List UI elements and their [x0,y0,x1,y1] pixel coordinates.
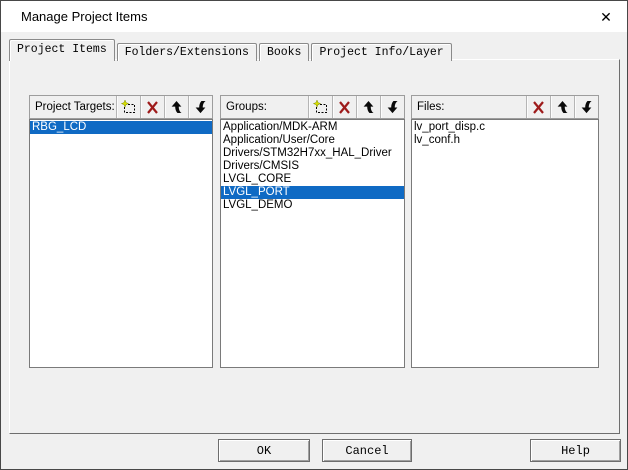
new-item-icon[interactable] [116,96,140,118]
tab-strip: Project ItemsFolders/ExtensionsBooksProj… [9,39,454,60]
list-item[interactable]: Application/MDK-ARM [221,121,404,134]
move-up-icon[interactable] [356,96,380,118]
project-targets-label: Project Targets: [30,101,116,113]
list-item[interactable]: LVGL_PORT [221,186,404,199]
groups-list[interactable]: Application/MDK-ARMApplication/User/Core… [220,119,405,368]
cancel-button[interactable]: Cancel [322,439,412,462]
move-up-icon[interactable] [164,96,188,118]
tab-project-items[interactable]: Project Items [9,39,115,61]
title-bar: Manage Project Items ✕ [1,1,627,32]
list-item[interactable]: LVGL_DEMO [221,199,404,212]
project-targets-header: Project Targets: [29,95,213,119]
files-label: Files: [412,101,526,113]
files-list[interactable]: lv_port_disp.clv_conf.h [411,119,599,368]
new-item-icon[interactable] [308,96,332,118]
delete-icon[interactable] [526,96,550,118]
list-item[interactable]: lv_port_disp.c [412,121,598,134]
list-item[interactable]: Drivers/CMSIS [221,160,404,173]
move-down-icon[interactable] [188,96,212,118]
list-item[interactable]: lv_conf.h [412,134,598,147]
help-button[interactable]: Help [530,439,621,462]
close-icon[interactable]: ✕ [596,7,616,27]
list-item[interactable]: Application/User/Core [221,134,404,147]
groups-header: Groups: [220,95,405,119]
list-item[interactable]: LVGL_CORE [221,173,404,186]
groups-label: Groups: [221,101,308,113]
delete-icon[interactable] [140,96,164,118]
project-targets-list[interactable]: RBG_LCD [29,119,213,368]
tab-folders-extensions[interactable]: Folders/Extensions [117,43,257,61]
move-up-icon[interactable] [550,96,574,118]
move-down-icon[interactable] [380,96,404,118]
list-item[interactable]: Drivers/STM32H7xx_HAL_Driver [221,147,404,160]
tab-project-info-layer[interactable]: Project Info/Layer [311,43,451,61]
tab-books[interactable]: Books [259,43,310,61]
delete-icon[interactable] [332,96,356,118]
files-header: Files: [411,95,599,119]
move-down-icon[interactable] [574,96,598,118]
ok-button[interactable]: OK [218,439,310,462]
manage-project-items-dialog: Manage Project Items ✕ Project ItemsFold… [0,0,628,470]
dialog-title: Manage Project Items [21,9,147,24]
list-item[interactable]: RBG_LCD [30,121,212,134]
